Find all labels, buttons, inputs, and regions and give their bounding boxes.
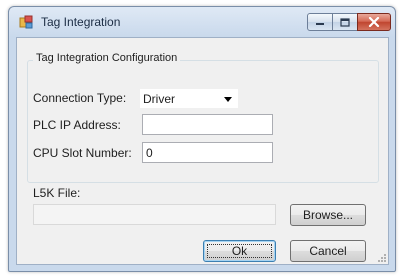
window-title: Tag Integration [41,15,121,29]
maximize-icon [340,17,350,27]
minimize-icon [316,23,324,25]
connection-type-dropdown[interactable]: Driver [139,88,239,109]
l5k-file-field[interactable] [33,204,276,225]
maximize-button[interactable] [332,13,358,31]
cancel-button[interactable]: Cancel [290,240,366,262]
dialog-body: Tag Integration Configuration Connection… [16,37,389,265]
close-icon [368,17,380,27]
connection-type-value: Driver [143,92,175,106]
minimize-button[interactable] [307,13,333,31]
ok-button[interactable]: Ok [203,240,276,262]
tag-integration-dialog: Tag Integration Tag Integration Configur… [8,6,396,272]
focus-rectangle [207,244,272,258]
connection-type-label: Connection Type: [33,91,127,105]
close-button[interactable] [357,13,391,31]
plc-ip-field[interactable] [142,114,273,135]
resize-grip-icon[interactable] [376,252,386,262]
l5k-file-label: L5K File: [33,186,81,200]
plc-ip-label: PLC IP Address: [33,118,121,132]
cpu-slot-label: CPU Slot Number: [33,146,132,160]
browse-button[interactable]: Browse... [290,204,366,226]
groupbox-label: Tag Integration Configuration [33,52,181,64]
chevron-down-icon [224,97,232,102]
tag-app-icon [19,15,33,29]
title-bar[interactable]: Tag Integration [9,7,395,37]
cpu-slot-field[interactable] [142,142,273,163]
